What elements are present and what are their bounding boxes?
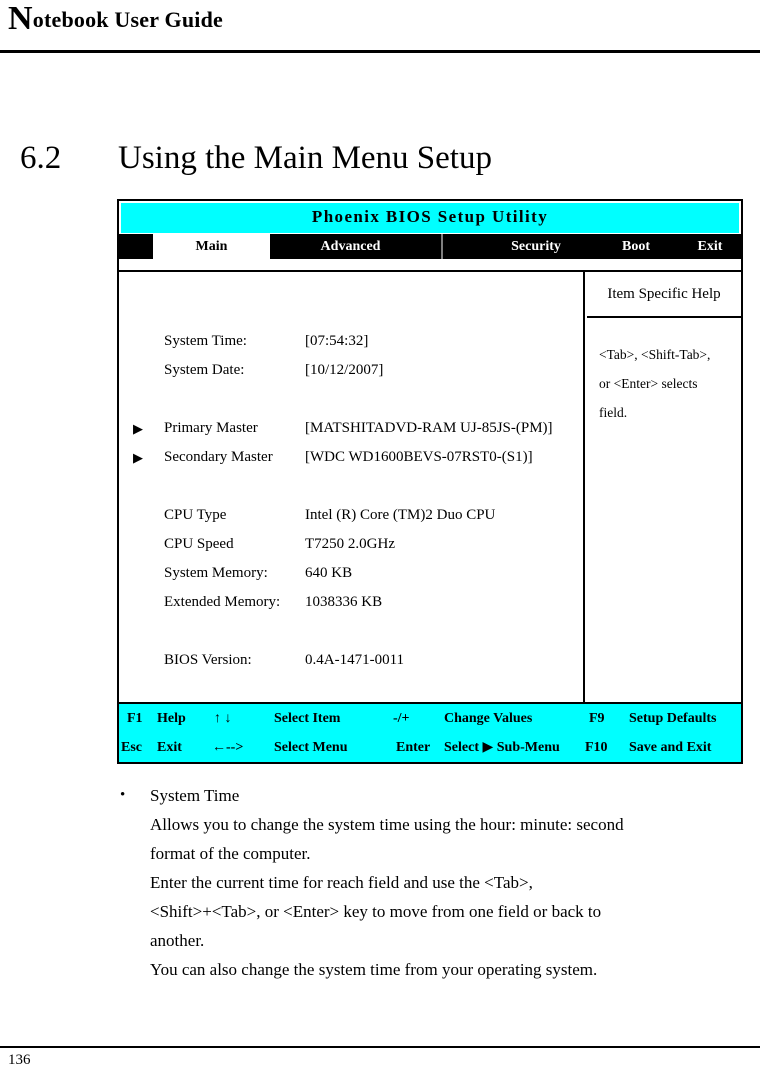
- setting-row-spacer: [119, 472, 585, 501]
- setting-row-system-time[interactable]: System Time: [07:54:32]: [119, 327, 585, 356]
- legend-action-select-submenu: Select ▶ Sub-Menu: [444, 740, 560, 755]
- legend-action-select-item: Select Item: [274, 711, 341, 726]
- bios-setup-screen: Phoenix BIOS Setup Utility Main Advanced…: [117, 199, 743, 764]
- page-number: 136: [8, 1052, 31, 1068]
- item-specific-help-panel: Item Specific Help <Tab>, <Shift-Tab>, o…: [587, 272, 741, 702]
- bios-key-legend-bar: F1 Help ↑ ↓ Select Item -/+ Change Value…: [119, 702, 741, 762]
- legend-action-setup-defaults: Setup Defaults: [629, 711, 717, 726]
- tab-main[interactable]: Main: [153, 234, 270, 259]
- tab-advanced-label: Advanced: [320, 239, 381, 254]
- tab-security-label: Security: [511, 239, 561, 254]
- legend-row-2: Esc Exit ←--> Select Menu Enter Select ▶…: [119, 733, 741, 762]
- legend-action-exit: Exit: [157, 740, 182, 755]
- setting-value[interactable]: [MATSHITADVD-RAM UJ-85JS-(PM)]: [305, 414, 553, 443]
- bullet-icon: •: [120, 787, 126, 803]
- page-header: Notebook User Guide: [0, 0, 760, 53]
- help-text-line-3: field.: [599, 405, 628, 420]
- setting-label: CPU Speed: [164, 536, 234, 552]
- legend-key-enter[interactable]: Enter: [396, 733, 430, 762]
- setting-row-secondary-master[interactable]: ▶ Secondary Master [WDC WD1600BEVS-07RST…: [119, 443, 585, 472]
- setting-row-bios-version: BIOS Version: 0.4A-1471-0011: [119, 646, 585, 675]
- body-line-6: You can also change the system time from…: [150, 960, 598, 979]
- setting-label: Secondary Master: [164, 449, 273, 465]
- setting-row-extended-memory: Extended Memory: 1038336 KB: [119, 588, 585, 617]
- legend-key-f10[interactable]: F10: [585, 733, 608, 762]
- submenu-triangle-icon: ▶: [133, 450, 143, 465]
- setting-row-system-date[interactable]: System Date: [10/12/2007]: [119, 356, 585, 385]
- bios-settings-list: System Time: [07:54:32] System Date: [10…: [119, 327, 585, 675]
- header-title-rest: otebook User Guide: [32, 7, 223, 32]
- header-dropcap: N: [8, 0, 33, 37]
- bullet-body: Allows you to change the system time usi…: [150, 810, 746, 984]
- legend-action-select-menu: Select Menu: [274, 740, 348, 755]
- legend-action-help: Help: [157, 711, 186, 726]
- bullet-heading: System Time: [150, 786, 240, 805]
- setting-value[interactable]: [07:54:32]: [305, 327, 368, 356]
- help-panel-text: <Tab>, <Shift-Tab>, or <Enter> selects f…: [587, 318, 741, 427]
- setting-value: 0.4A-1471-0011: [305, 652, 405, 668]
- bios-menu-underline: [119, 259, 741, 272]
- submenu-triangle-icon: ▶: [133, 421, 143, 436]
- bios-title: Phoenix BIOS Setup Utility: [311, 207, 549, 226]
- setting-value: 1038336 KB: [305, 594, 383, 610]
- page-title: 6.2 Using the Main Menu Setup: [20, 138, 740, 178]
- setting-value[interactable]: [WDC WD1600BEVS-07RST0-(S1)]: [305, 443, 533, 472]
- footer-divider: [0, 1046, 760, 1048]
- body-line-4: <Shift>+<Tab>, or <Enter> key to move fr…: [150, 902, 602, 921]
- tab-exit[interactable]: Exit: [679, 234, 741, 259]
- tab-separator: [441, 234, 443, 259]
- setting-value[interactable]: [10/12/2007]: [305, 356, 383, 385]
- help-text-line-1: <Tab>, <Shift-Tab>,: [599, 347, 711, 362]
- setting-row-spacer: [119, 617, 585, 646]
- tab-advanced[interactable]: Advanced: [270, 234, 431, 259]
- tab-boot-label: Boot: [622, 239, 650, 254]
- setting-value: T7250 2.0GHz: [305, 536, 395, 552]
- setting-label: CPU Type: [164, 507, 227, 523]
- body-line-3: Enter the current time for reach field a…: [150, 873, 533, 892]
- setting-row-cpu-type: CPU Type Intel (R) Core (TM)2 Duo CPU: [119, 501, 585, 530]
- setting-label: Primary Master: [164, 420, 258, 436]
- setting-row-primary-master[interactable]: ▶ Primary Master [MATSHITADVD-RAM UJ-85J…: [119, 414, 585, 443]
- section-number: 6.2: [20, 140, 62, 176]
- setting-value: Intel (R) Core (TM)2 Duo CPU: [305, 507, 496, 523]
- legend-key-esc[interactable]: Esc: [121, 733, 142, 762]
- bios-menu-bar: Main Advanced Security Boot Exit: [119, 234, 741, 259]
- header-divider: [0, 50, 760, 53]
- body-text-block: • System Time Allows you to change the s…: [116, 781, 746, 984]
- bios-settings-panel: System Time: [07:54:32] System Date: [10…: [119, 272, 585, 702]
- legend-key-minus-plus[interactable]: -/+: [393, 704, 410, 733]
- legend-key-updown-arrows-icon[interactable]: ↑ ↓: [214, 704, 232, 733]
- setting-label: System Memory:: [164, 565, 268, 581]
- tab-boot[interactable]: Boot: [589, 234, 683, 259]
- tab-exit-label: Exit: [697, 239, 723, 254]
- legend-action-save-and-exit: Save and Exit: [629, 740, 712, 755]
- setting-value: 640 KB: [305, 565, 353, 581]
- setting-row-system-memory: System Memory: 640 KB: [119, 559, 585, 588]
- setting-label: System Date:: [164, 362, 245, 378]
- setting-label: Extended Memory:: [164, 594, 281, 610]
- setting-row-cpu-speed: CPU Speed T7250 2.0GHz: [119, 530, 585, 559]
- legend-row-1: F1 Help ↑ ↓ Select Item -/+ Change Value…: [119, 704, 741, 733]
- body-line-1: Allows you to change the system time usi…: [150, 815, 624, 834]
- setting-row-spacer: [119, 385, 585, 414]
- bios-title-bar: Phoenix BIOS Setup Utility: [121, 203, 739, 233]
- help-panel-title: Item Specific Help: [587, 272, 741, 318]
- legend-key-f1[interactable]: F1: [127, 704, 143, 733]
- legend-key-f9[interactable]: F9: [589, 704, 605, 733]
- help-text-line-2: or <Enter> selects: [599, 376, 698, 391]
- legend-action-change-values: Change Values: [444, 711, 533, 726]
- bios-body: System Time: [07:54:32] System Date: [10…: [119, 272, 741, 702]
- legend-key-leftright-arrows-icon[interactable]: ←-->: [212, 733, 243, 762]
- document-header-title: Notebook User Guide: [8, 2, 223, 36]
- section-title: Using the Main Menu Setup: [118, 140, 492, 176]
- setting-label: System Time:: [164, 333, 247, 349]
- body-line-5: another.: [150, 931, 205, 950]
- body-line-2: format of the computer.: [150, 844, 311, 863]
- setting-label: BIOS Version:: [164, 652, 252, 668]
- tab-main-label: Main: [195, 239, 228, 254]
